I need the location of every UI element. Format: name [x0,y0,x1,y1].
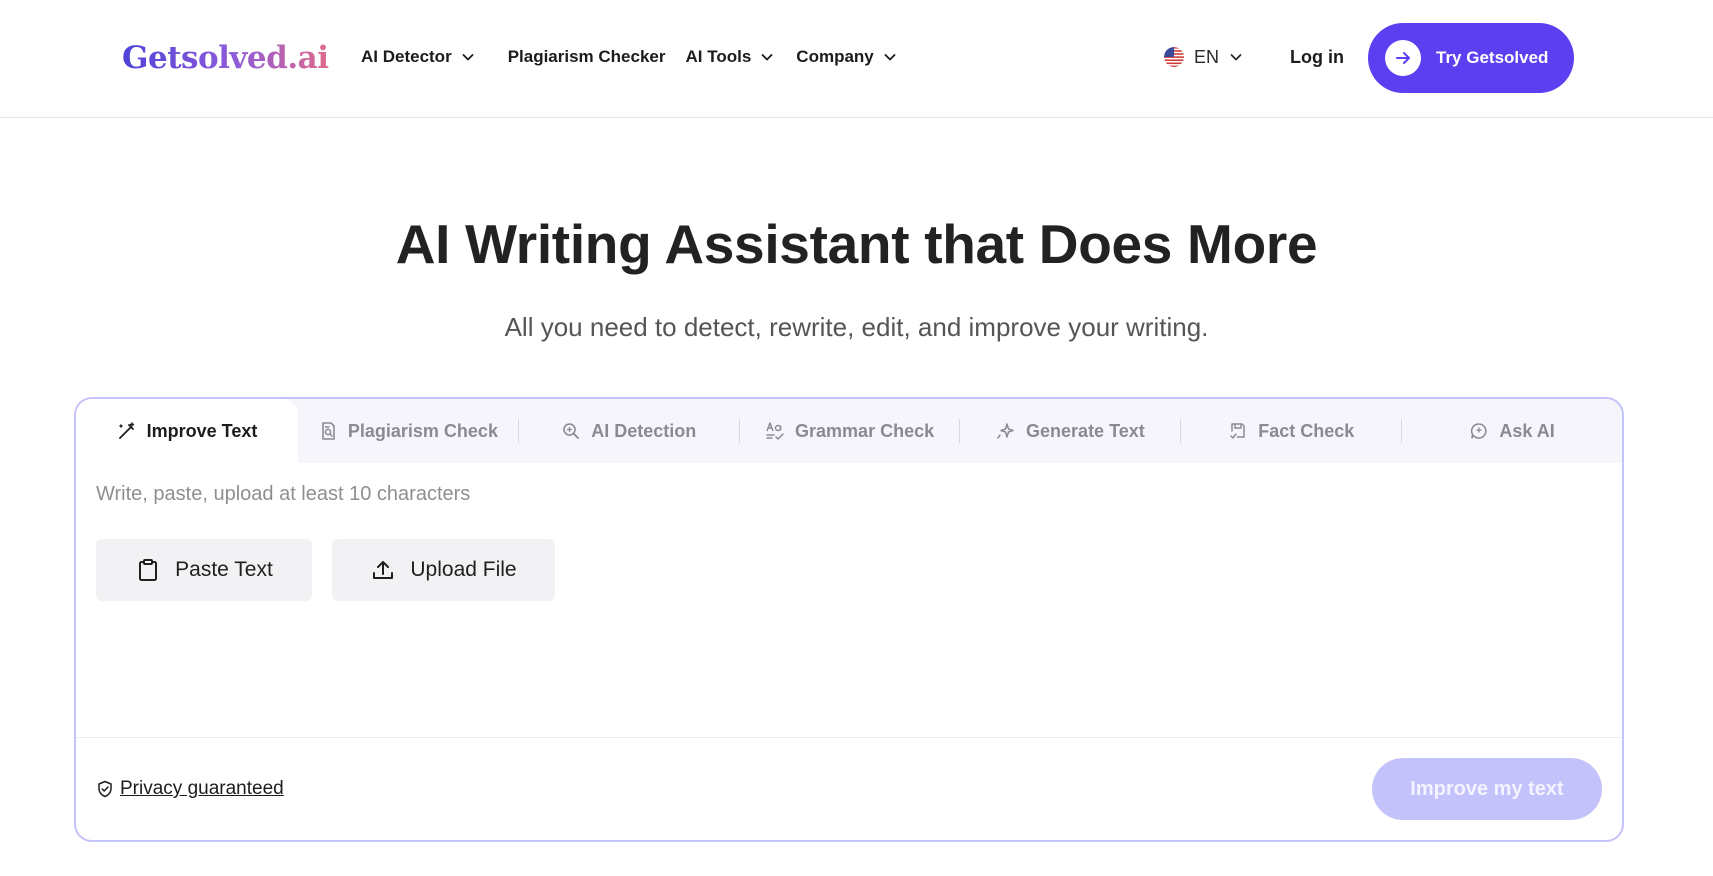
tab-ask-ai-label: Ask AI [1499,420,1555,441]
page-subtitle: All you need to detect, rewrite, edit, a… [504,312,1209,342]
login-link[interactable]: Log in [1290,44,1344,70]
paste-text-button[interactable]: Paste Text [96,539,312,601]
text-input[interactable] [96,483,1596,506]
nav-ai-tools-label: AI Tools [685,47,752,66]
document-search-icon [322,422,335,440]
chevron-down-icon [884,54,896,61]
nav-company-label: Company [796,47,874,66]
privacy-label: Privacy guaranteed [120,778,284,799]
arrow-right-icon [1396,52,1410,64]
page-title: AI Writing Assistant that Does More [395,213,1318,275]
nav-ai-detector[interactable]: AI Detector [361,44,475,70]
grammar-icon [766,422,784,440]
card-footer: Privacy guaranteed Improve my text [76,737,1622,840]
writing-tool-card: Improve Text Plagiarism Check AI Detecti… [74,397,1624,842]
fact-check-icon [1230,423,1245,439]
shield-check-icon [98,780,112,798]
paste-text-label: Paste Text [175,558,273,581]
tab-ask-ai[interactable]: Ask AI [1402,399,1622,463]
us-flag-icon [1164,47,1184,67]
chevron-down-icon [761,54,773,61]
tab-generate-text[interactable]: Generate Text [960,399,1180,463]
sparkle-icon [997,423,1014,439]
nav-ai-detector-label: AI Detector [361,47,452,66]
nav-company[interactable]: Company [796,44,896,70]
tool-tabs: Improve Text Plagiarism Check AI Detecti… [76,399,1622,463]
upload-file-button[interactable]: Upload File [332,539,555,601]
logo[interactable]: Getsolved.ai [122,38,329,78]
language-selector[interactable]: EN [1164,44,1243,70]
magic-wand-icon [118,422,134,439]
chat-bubble-icon [1471,423,1487,439]
tab-fact-check-label: Fact Check [1258,420,1355,441]
try-getsolved-label: Try Getsolved [1436,48,1549,67]
tab-ai-detection-label: AI Detection [591,420,697,441]
site-header: Getsolved.ai AI Detector Plagiarism Chec… [0,0,1713,118]
tab-plagiarism-check-label: Plagiarism Check [347,420,498,441]
nav-plagiarism-checker-label: Plagiarism Checker [507,47,666,66]
main-nav: AI Detector Plagiarism Checker AI Tools … [361,44,917,70]
tab-grammar-check[interactable]: Grammar Check [740,399,960,463]
clipboard-icon [139,559,158,581]
tab-generate-text-label: Generate Text [1026,420,1145,441]
try-getsolved-button[interactable]: Try Getsolved [1368,23,1574,93]
chevron-down-icon [462,54,474,61]
magnifier-icon [563,423,580,439]
tab-plagiarism-check[interactable]: Plagiarism Check [298,399,518,463]
upload-file-label: Upload File [410,558,517,581]
tab-improve-text-label: Improve Text [146,420,258,441]
tab-grammar-check-label: Grammar Check [795,420,935,441]
arrow-circle [1385,40,1421,76]
improve-my-text-button[interactable]: Improve my text [1372,758,1602,820]
upload-icon [373,561,394,579]
privacy-link[interactable]: Privacy guaranteed [96,778,284,800]
tab-improve-text[interactable]: Improve Text [76,399,298,463]
tab-fact-check[interactable]: Fact Check [1181,399,1401,463]
nav-ai-tools[interactable]: AI Tools [686,44,775,70]
language-label: EN [1194,46,1220,67]
tab-ai-detection[interactable]: AI Detection [519,399,739,463]
nav-plagiarism-checker[interactable]: Plagiarism Checker [508,44,666,70]
editor-area: Paste Text Upload File [76,463,1622,736]
chevron-down-icon [1230,54,1242,61]
